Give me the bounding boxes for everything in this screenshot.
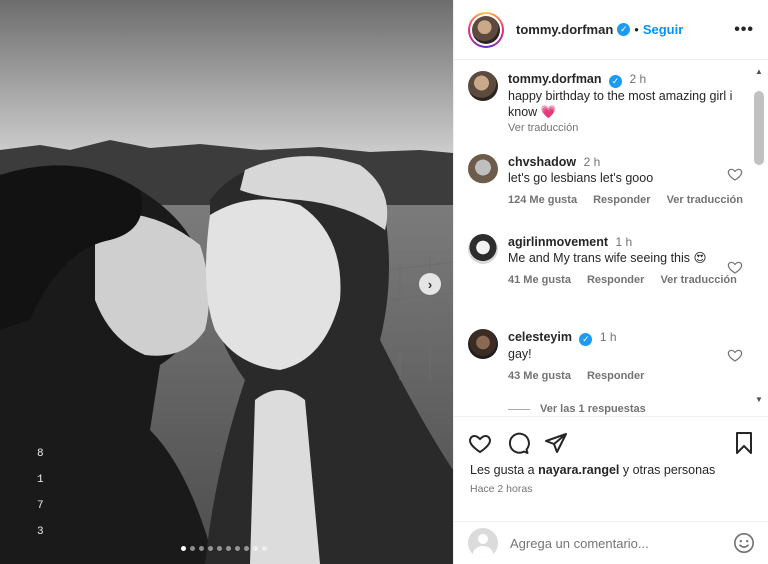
comment-username[interactable]: celesteyim — [508, 330, 572, 344]
verified-icon: ✓ — [617, 23, 631, 36]
verified-icon: ✓ — [579, 332, 593, 346]
caption-username[interactable]: tommy.dorfman — [508, 72, 602, 86]
like-comment-heart-icon[interactable] — [727, 259, 743, 275]
side-digit: 3 — [37, 526, 44, 538]
user-avatar — [468, 528, 498, 558]
like-comment-heart-icon[interactable] — [727, 166, 743, 182]
comment-item: celesteyim ✓ 1 h gay! 43 Me gusta Respon… — [468, 329, 743, 384]
like-comment-heart-icon[interactable] — [727, 347, 743, 363]
post-side-panel: tommy.dorfman ✓ • Seguir ••• tommy.dorfm… — [453, 0, 768, 564]
more-options-icon[interactable]: ••• — [734, 21, 754, 39]
carousel-dot — [208, 546, 213, 551]
likes-user[interactable]: nayara.rangel — [538, 463, 619, 477]
posted-time: Hace 2 horas — [470, 483, 533, 495]
comment-time: 1 h — [615, 235, 633, 249]
post-actions: Les gusta a nayara.rangel y otras person… — [454, 416, 768, 521]
side-digit: 8 — [37, 448, 44, 460]
carousel-dot — [235, 546, 240, 551]
scroll-up-arrow-icon[interactable]: ▲ — [755, 67, 763, 76]
scroll-down-arrow-icon[interactable]: ▼ — [755, 395, 763, 404]
comment-text: let's go lesbians let's gooo — [508, 171, 654, 185]
carousel-dot — [217, 546, 222, 551]
side-digit-column: 8 1 7 3 — [37, 448, 49, 538]
comment-avatar[interactable] — [468, 329, 498, 359]
comment-text: Me and My trans wife seeing this 😍 — [508, 251, 707, 265]
photo-illustration — [0, 0, 453, 564]
comment-text: gay! — [508, 346, 532, 361]
carousel-dot — [262, 546, 267, 551]
comment-item: chvshadow 2 h let's go lesbians let's go… — [468, 154, 743, 208]
comments-list[interactable]: tommy.dorfman ✓ 2 h happy birthday to th… — [454, 61, 754, 416]
replies-line — [508, 408, 530, 410]
post-photo[interactable]: 8 1 7 3 › — [0, 0, 453, 564]
carousel-dot — [226, 546, 231, 551]
carousel-dots — [181, 546, 267, 551]
carousel-dot — [199, 546, 204, 551]
side-digit: 1 — [37, 474, 44, 486]
comment-item: agirlinmovement 1 h Me and My trans wife… — [468, 234, 743, 288]
save-bookmark-icon[interactable] — [732, 431, 756, 455]
translate-link[interactable]: Ver traducción — [660, 272, 736, 288]
comment-input[interactable] — [510, 535, 720, 551]
translate-link[interactable]: Ver traducción — [667, 192, 743, 208]
reply-button[interactable]: Responder — [593, 192, 650, 208]
verified-icon: ✓ — [609, 74, 623, 88]
view-replies-row[interactable]: Ver las 1 respuestas — [508, 403, 646, 415]
follow-button[interactable]: Seguir — [643, 22, 683, 37]
likes-summary: Les gusta a nayara.rangel y otras person… — [470, 463, 715, 477]
comment-username[interactable]: chvshadow — [508, 155, 576, 169]
dot-separator: • — [634, 22, 639, 37]
comment-likes[interactable]: 124 Me gusta — [508, 192, 577, 208]
caption-time: 2 h — [629, 72, 647, 86]
comment-likes[interactable]: 41 Me gusta — [508, 272, 571, 288]
comments-scrollbar[interactable]: ▲ ▼ — [752, 61, 766, 416]
scroll-thumb[interactable] — [754, 91, 764, 165]
comment-likes[interactable]: 43 Me gusta — [508, 368, 571, 384]
add-comment-bar — [454, 521, 768, 564]
comment-username[interactable]: agirlinmovement — [508, 235, 608, 249]
post-header: tommy.dorfman ✓ • Seguir ••• — [454, 0, 768, 60]
reply-button[interactable]: Responder — [587, 272, 644, 288]
comment-avatar[interactable] — [468, 154, 498, 184]
chevron-right-icon: › — [427, 276, 433, 292]
likes-suffix[interactable]: y otras personas — [619, 463, 715, 477]
likes-prefix: Les gusta a — [470, 463, 539, 477]
comment-avatar[interactable] — [468, 234, 498, 264]
emoji-icon[interactable] — [733, 532, 755, 554]
caption-translate-link[interactable]: Ver traducción — [508, 120, 743, 136]
carousel-dot — [181, 546, 186, 551]
side-digit: 7 — [37, 500, 44, 512]
caption-item: tommy.dorfman ✓ 2 h happy birthday to th… — [468, 71, 743, 136]
carousel-next-button[interactable]: › — [419, 273, 441, 295]
caption-avatar[interactable] — [468, 71, 498, 101]
like-heart-icon[interactable] — [468, 431, 492, 455]
comment-time: 1 h — [599, 330, 617, 344]
share-send-icon[interactable] — [544, 431, 568, 455]
comment-bubble-icon[interactable] — [506, 431, 530, 455]
reply-button[interactable]: Responder — [587, 368, 644, 384]
author-username[interactable]: tommy.dorfman — [516, 22, 613, 37]
author-avatar — [472, 15, 500, 44]
caption-text: happy birthday to the most amazing girl … — [508, 88, 733, 119]
story-ring[interactable] — [468, 11, 504, 48]
view-replies-link[interactable]: Ver las 1 respuestas — [540, 403, 646, 415]
carousel-dot — [190, 546, 195, 551]
carousel-dot — [244, 546, 249, 551]
comment-time: 2 h — [583, 155, 601, 169]
carousel-dot — [253, 546, 258, 551]
